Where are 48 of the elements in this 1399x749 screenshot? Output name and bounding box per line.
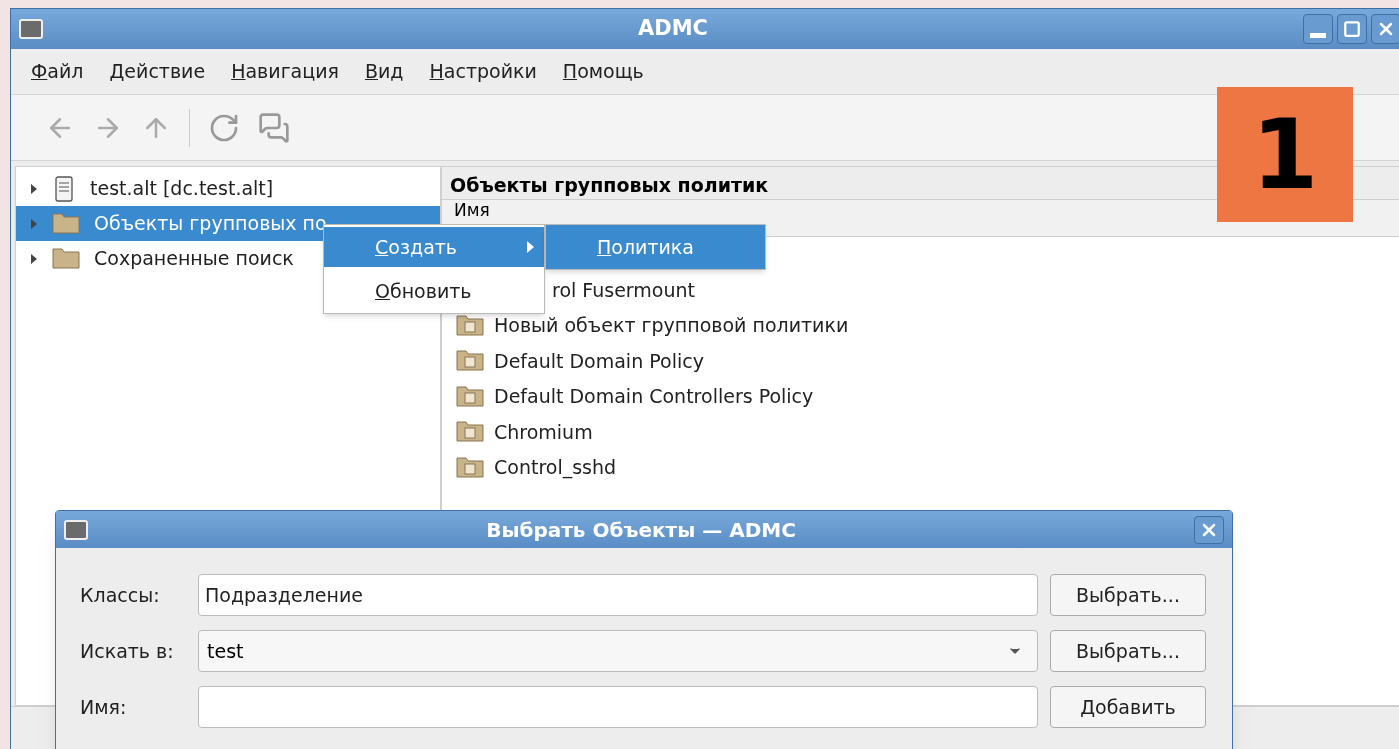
folder-document-icon: [456, 314, 484, 336]
field-label: Искать в:: [80, 638, 175, 664]
expand-arrow-icon[interactable]: [30, 182, 38, 195]
menu-item[interactable]: Помощь: [562, 57, 644, 86]
dialog-button[interactable]: Добавить: [1050, 686, 1206, 728]
dropdown[interactable]: test: [198, 630, 1038, 672]
folder-document-icon: [456, 385, 484, 407]
input-field[interactable]: [198, 686, 1038, 728]
close-button[interactable]: [1194, 515, 1224, 544]
window-icon: [64, 519, 88, 540]
dialog-title: Выбрать Объекты — ADMC: [486, 516, 796, 544]
context-menu-item[interactable]: Обновить: [324, 271, 544, 311]
context-menu-item[interactable]: Создать: [324, 227, 544, 267]
close-button[interactable]: [1371, 14, 1399, 44]
folder-icon: [52, 213, 80, 234]
minimize-icon: [1310, 32, 1326, 38]
tree-item-label: test.alt [dc.test.alt]: [90, 176, 274, 202]
minimize-button[interactable]: [1303, 14, 1333, 44]
folder-icon: [52, 248, 80, 269]
window-icon: [19, 19, 43, 39]
input-field[interactable]: Подразделение: [198, 574, 1038, 616]
list-item[interactable]: Control_sshd: [494, 453, 617, 482]
help-icon[interactable]: [258, 111, 290, 144]
list-item[interactable]: Default Domain Policy: [494, 346, 704, 375]
menu-item[interactable]: Настройки: [429, 57, 537, 86]
list-item[interactable]: Chromium: [494, 417, 593, 446]
list-item[interactable]: rol Fusermount: [552, 275, 695, 304]
maximize-button[interactable]: [1337, 14, 1367, 44]
field-label: Имя:: [80, 694, 128, 720]
tree-item-label: Сохраненные поиск: [94, 246, 294, 272]
menu-item[interactable]: Навигация: [231, 57, 339, 86]
tree-item[interactable]: test.alt [dc.test.alt]: [16, 171, 440, 206]
dialog-button[interactable]: Выбрать...: [1050, 574, 1206, 616]
column-header[interactable]: Имя: [454, 200, 490, 220]
menu-item[interactable]: Вид: [364, 57, 404, 86]
field-label: Классы:: [80, 582, 161, 608]
maximize-icon: [1343, 20, 1361, 38]
list-item[interactable]: Новый объект групповой политики: [494, 311, 849, 340]
submenu-item[interactable]: Политика: [546, 225, 765, 269]
window-title: ADMC: [638, 15, 708, 43]
menu-item[interactable]: Действие: [109, 57, 206, 86]
folder-document-icon: [456, 421, 484, 443]
folder-document-icon: [456, 350, 484, 372]
expand-arrow-icon[interactable]: [30, 252, 38, 265]
list-item[interactable]: Default Domain Controllers Policy: [494, 382, 814, 411]
dialog-button[interactable]: Выбрать...: [1050, 630, 1206, 672]
menu-item[interactable]: Файл: [31, 57, 84, 86]
folder-document-icon: [456, 456, 484, 478]
